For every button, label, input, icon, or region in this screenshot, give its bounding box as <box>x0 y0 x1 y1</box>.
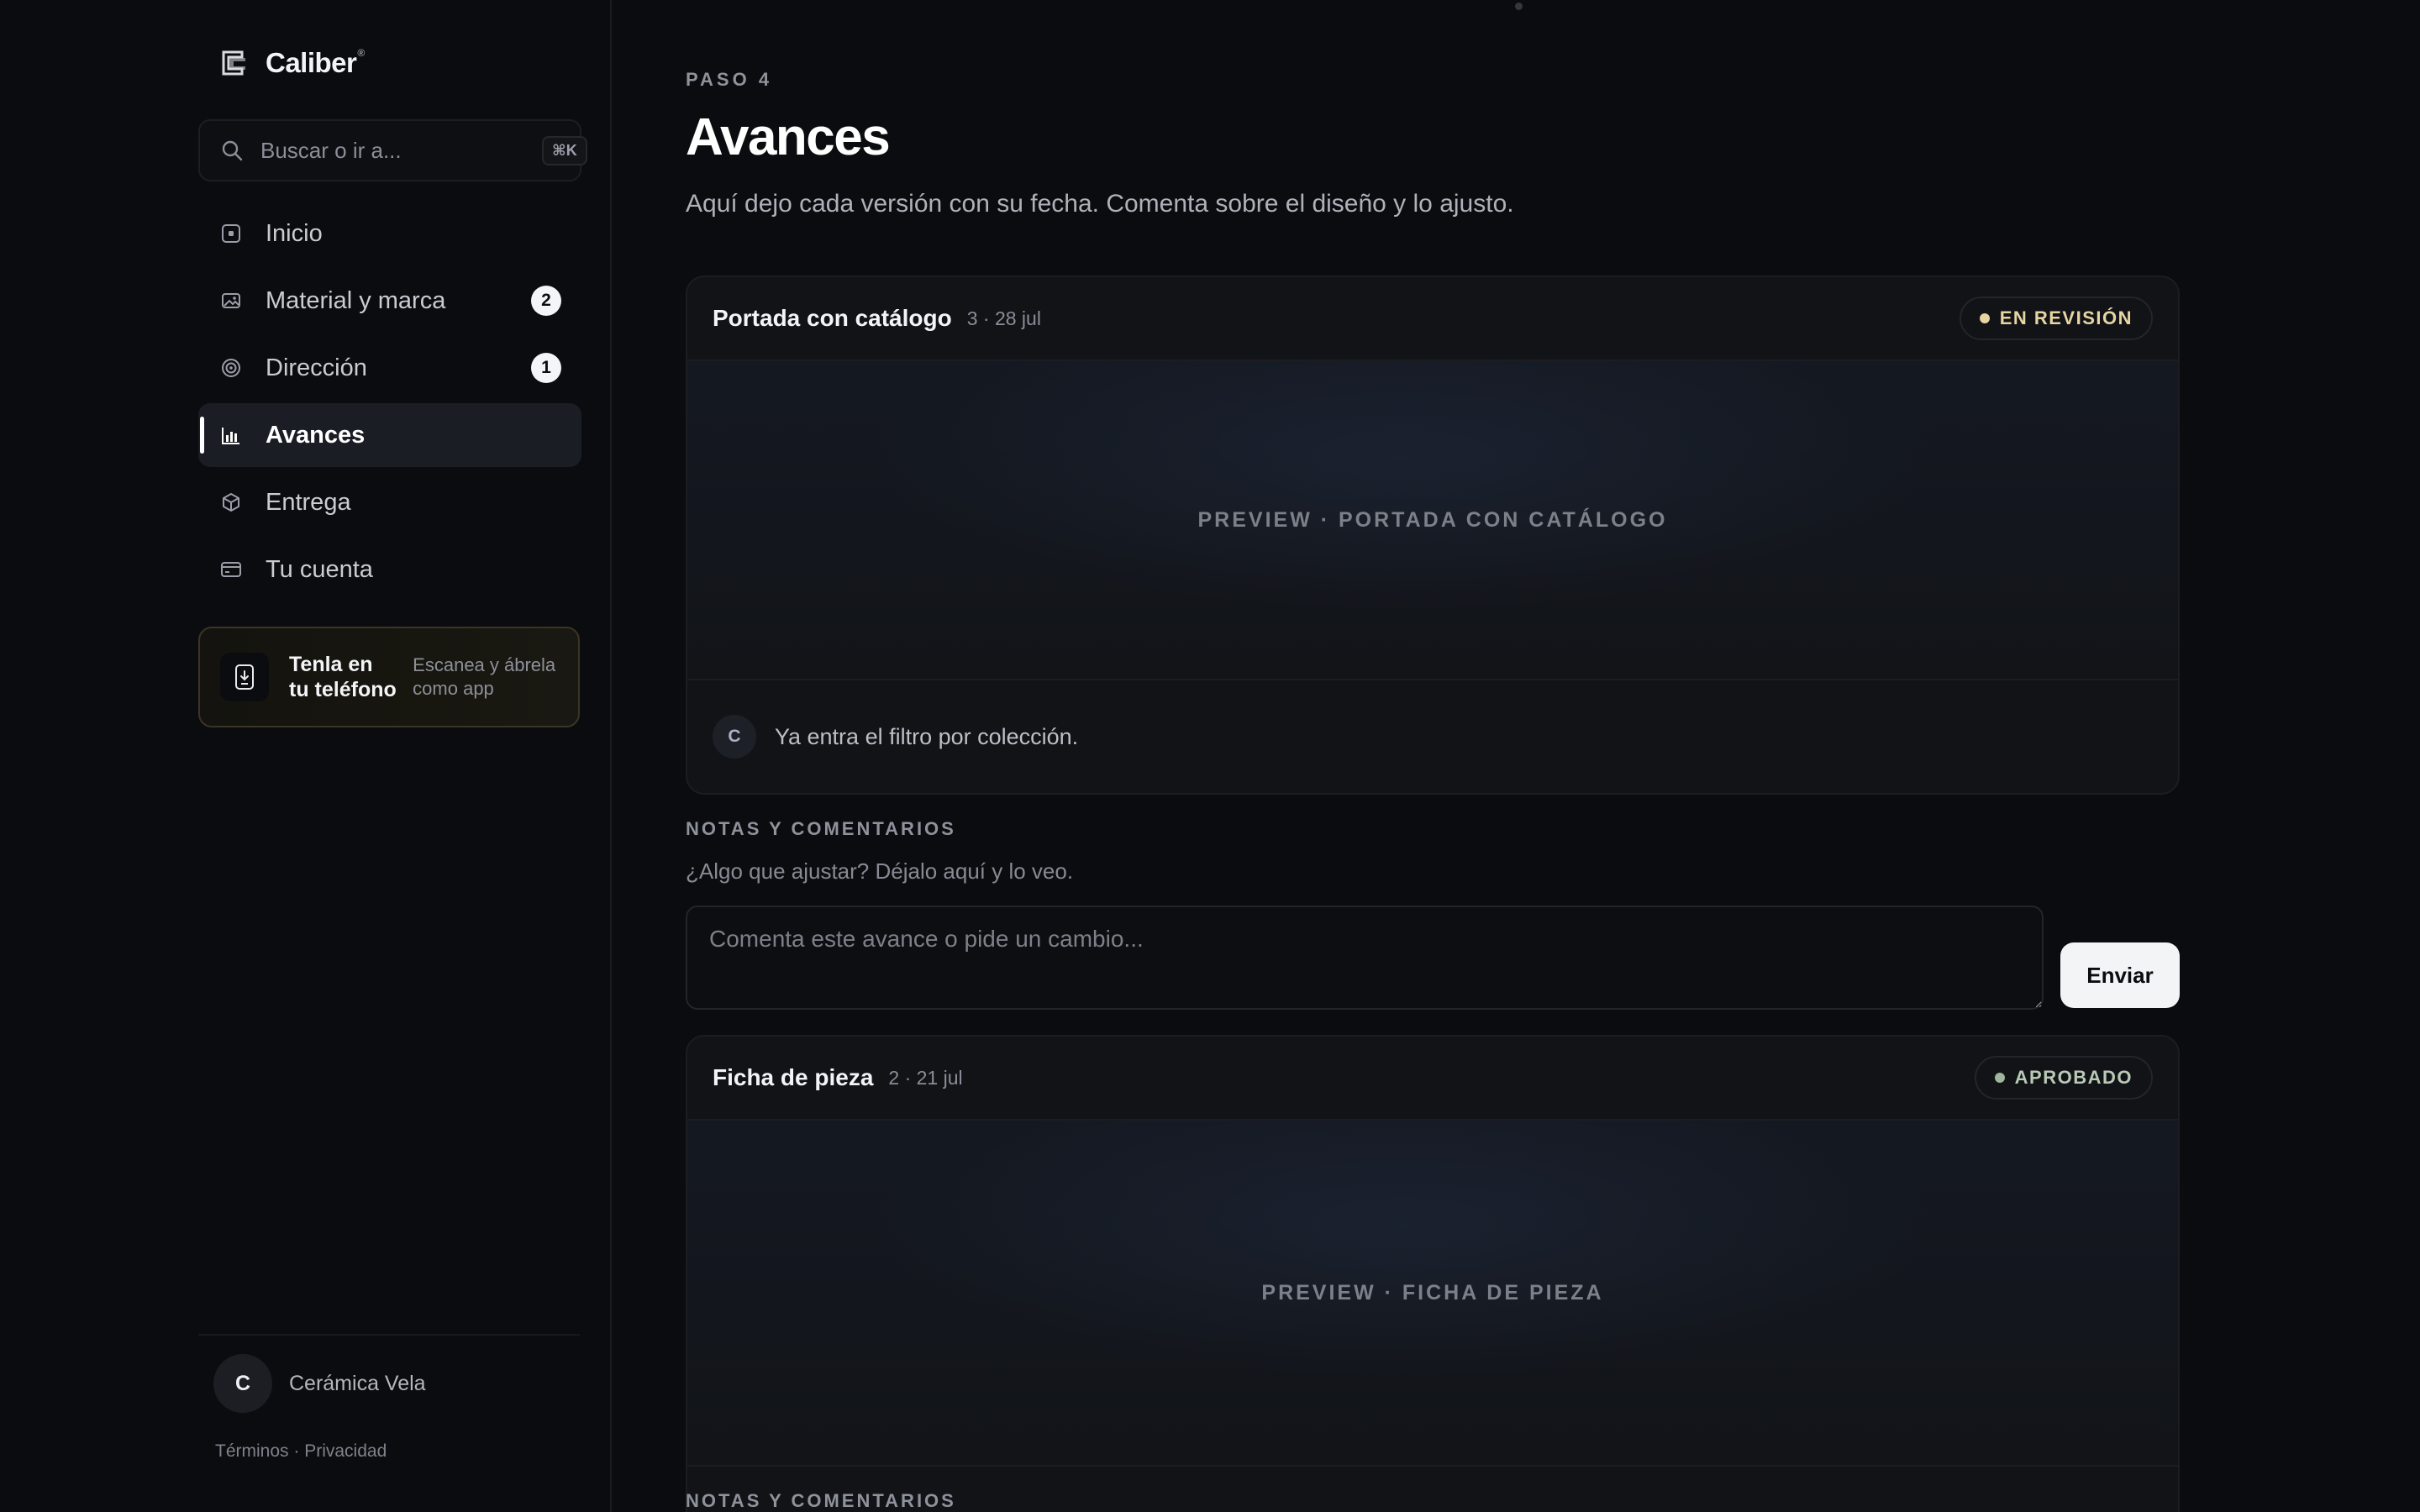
version-title: Ficha de pieza <box>713 1064 874 1090</box>
notes-subtitle: ¿Algo que ajustar? Déjalo aquí y lo veo. <box>686 858 1074 884</box>
search-icon <box>222 140 243 161</box>
sidebar-item-avances[interactable]: Avances <box>198 403 581 467</box>
app-root: Caliber® ⌘K Inicio Material y m <box>0 0 2420 1512</box>
target-icon <box>218 355 244 381</box>
phone-download-icon <box>220 653 269 701</box>
caliber-logo-icon <box>222 50 245 76</box>
version-card: Portada con catálogo 3 · 28 jul EN REVIS… <box>686 276 2180 795</box>
legal-links: Términos · Privacidad <box>215 1441 387 1462</box>
sidebar-item-label: Avances <box>266 421 366 449</box>
install-app-title: Tenla en tu teléfono <box>289 653 397 701</box>
install-app-card[interactable]: Tenla en tu teléfono Escanea y ábrela co… <box>198 627 580 727</box>
sidebar-item-label: Inicio <box>266 219 323 247</box>
page-title: Avances <box>686 108 891 166</box>
search-input[interactable] <box>260 137 542 164</box>
privacy-link[interactable]: Privacidad <box>304 1441 387 1461</box>
version-card-header: Portada con catálogo 3 · 28 jul EN REVIS… <box>687 277 2178 361</box>
bar-chart-icon <box>218 423 244 448</box>
version-meta: 3 · 28 jul <box>966 307 1041 329</box>
version-card-header: Ficha de pieza 2 · 21 jul APROBADO <box>687 1037 2178 1121</box>
comment-text: Ya entra el filtro por colección. <box>775 723 1079 749</box>
account-name: Cerámica Vela <box>289 1371 426 1395</box>
legal-separator: · <box>288 1441 305 1461</box>
status-badge: EN REVISIÓN <box>1959 297 2153 340</box>
brand-registered-mark: ® <box>357 47 365 59</box>
avatar: C <box>213 1354 272 1413</box>
notification-badge: 2 <box>531 286 561 316</box>
comment-item: C Ya entra el filtro por colección. <box>687 680 2178 793</box>
sidebar-item-tu-cuenta[interactable]: Tu cuenta <box>198 538 581 601</box>
terms-link[interactable]: Términos <box>215 1441 289 1461</box>
brand-name-text: Caliber <box>266 47 357 78</box>
version-title: Portada con catálogo <box>713 305 952 331</box>
status-label: APROBADO <box>2014 1067 2133 1088</box>
version-meta: 2 · 21 jul <box>888 1066 963 1089</box>
sidebar-item-label: Tu cuenta <box>266 555 373 583</box>
preview-label: PREVIEW · PORTADA CON CATÁLOGO <box>1197 507 1668 532</box>
status-dot-icon <box>1979 313 1990 323</box>
sidebar-item-label: Entrega <box>266 488 351 516</box>
status-badge: APROBADO <box>1974 1056 2153 1100</box>
account-switcher[interactable]: C Cerámica Vela <box>213 1354 426 1413</box>
brand-name: Caliber® <box>266 47 365 79</box>
preview-label: PREVIEW · FICHA DE PIEZA <box>1261 1280 1604 1305</box>
sidebar-item-material-y-marca[interactable]: Material y marca 2 <box>198 269 581 333</box>
image-icon <box>218 288 244 313</box>
search-box[interactable]: ⌘K <box>198 119 587 181</box>
install-app-subtitle: Escanea y ábrela como app <box>413 654 556 699</box>
sidebar: Caliber® ⌘K Inicio Material y m <box>0 0 612 1512</box>
scroll-indicator-dot <box>1515 3 1523 10</box>
comment-textarea[interactable] <box>686 906 2044 1010</box>
credit-card-icon <box>218 557 244 582</box>
avatar: C <box>713 715 756 759</box>
package-icon <box>218 490 244 515</box>
notification-badge: 1 <box>531 353 561 383</box>
main-content: PASO 4 Avances Aquí dejo cada versión co… <box>612 0 2420 1512</box>
sidebar-item-label: Dirección <box>266 354 367 381</box>
sidebar-nav: Inicio Material y marca 2 Dirección 1 Av… <box>198 202 581 605</box>
version-preview[interactable]: PREVIEW · PORTADA CON CATÁLOGO <box>687 361 2178 680</box>
send-button[interactable]: Enviar <box>2060 942 2180 1008</box>
notes-title: NOTAS Y COMENTARIOS <box>686 818 956 839</box>
search-shortcut-hint: ⌘K <box>542 135 587 165</box>
status-label: EN REVISIÓN <box>1999 307 2133 328</box>
sidebar-item-label: Material y marca <box>266 286 446 314</box>
sidebar-item-inicio[interactable]: Inicio <box>198 202 581 265</box>
step-label: PASO 4 <box>686 69 773 90</box>
version-preview[interactable]: PREVIEW · FICHA DE PIEZA <box>687 1121 2178 1467</box>
version-card: Ficha de pieza 2 · 21 jul APROBADO PREVI… <box>686 1035 2180 1512</box>
home-icon <box>218 221 244 246</box>
sidebar-divider <box>198 1334 580 1336</box>
status-dot-icon <box>1994 1073 2005 1083</box>
sidebar-item-direccion[interactable]: Dirección 1 <box>198 336 581 400</box>
page-subtitle: Aquí dejo cada versión con su fecha. Com… <box>686 190 1514 218</box>
sidebar-item-entrega[interactable]: Entrega <box>198 470 581 534</box>
brand[interactable]: Caliber® <box>220 47 365 79</box>
notes-title: NOTAS Y COMENTARIOS <box>686 1490 956 1511</box>
